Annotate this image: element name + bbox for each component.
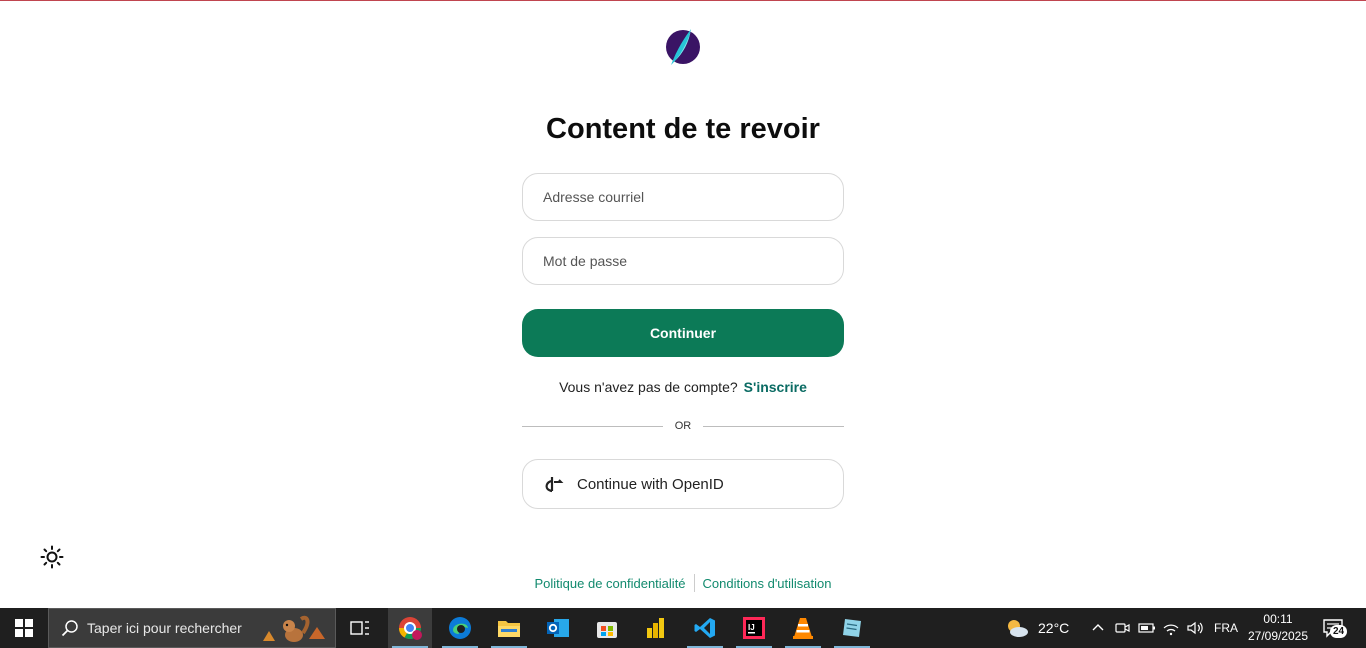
- windows-logo-icon: [15, 619, 33, 637]
- notification-count-badge: 24: [1330, 625, 1348, 638]
- password-field[interactable]: [523, 238, 843, 284]
- battery-icon[interactable]: [1138, 620, 1156, 636]
- meet-now-icon[interactable]: [1114, 620, 1130, 636]
- search-icon: [61, 620, 78, 637]
- taskbar-power-bi[interactable]: [634, 608, 678, 648]
- taskbar-intellij[interactable]: IJ: [732, 608, 776, 648]
- chevron-up-icon[interactable]: [1090, 620, 1106, 636]
- search-placeholder: Taper ici pour rechercher: [87, 620, 242, 636]
- page-title: Content de te revoir: [546, 113, 820, 145]
- task-view-icon: [350, 621, 369, 635]
- notification-center-button[interactable]: 24: [1322, 608, 1348, 648]
- vscode-icon: [694, 618, 715, 638]
- signup-link[interactable]: S'inscrire: [744, 379, 807, 395]
- system-tray: FRA: [1090, 608, 1238, 648]
- privacy-policy-link[interactable]: Politique de confidentialité: [534, 576, 685, 591]
- partly-cloudy-icon: [1008, 620, 1028, 637]
- email-field-wrapper: [522, 173, 844, 221]
- task-view-button[interactable]: [338, 608, 382, 648]
- clock-date: 27/09/2025: [1247, 629, 1309, 643]
- or-divider: OR: [522, 419, 844, 435]
- taskbar-vlc[interactable]: [781, 608, 825, 648]
- openid-icon: [545, 477, 564, 493]
- chrome-icon: [399, 617, 422, 640]
- openid-button[interactable]: Continue with OpenID: [522, 459, 844, 509]
- clock-time: 00:11: [1263, 612, 1293, 626]
- no-account-text: Vous n'avez pas de compte?: [559, 379, 738, 395]
- volume-icon[interactable]: [1186, 620, 1204, 636]
- divider-line-right: [703, 426, 844, 427]
- taskbar-outlook[interactable]: [536, 608, 580, 648]
- weather-widget[interactable]: 22°C: [1004, 608, 1069, 648]
- email-field[interactable]: [523, 174, 843, 220]
- start-button[interactable]: [0, 608, 48, 648]
- taskbar-notepad[interactable]: [830, 608, 874, 648]
- power-bi-icon: [647, 618, 664, 638]
- edge-icon: [449, 617, 471, 639]
- continue-button[interactable]: Continuer: [522, 309, 844, 357]
- store-icon: [597, 622, 617, 638]
- taskbar-edge[interactable]: [438, 608, 482, 648]
- login-page: Content de te revoir Continuer Vous n'av…: [0, 1, 1366, 608]
- notepad-icon: [843, 619, 861, 637]
- taskbar-vscode[interactable]: [683, 608, 727, 648]
- app-logo-icon: [666, 29, 700, 65]
- terms-of-use-link[interactable]: Conditions d'utilisation: [703, 576, 832, 591]
- svg-text:IJ: IJ: [748, 623, 755, 632]
- wifi-icon[interactable]: [1162, 620, 1180, 636]
- signup-prompt: Vous n'avez pas de compte? S'inscrire: [0, 379, 1366, 395]
- folder-icon: [498, 621, 520, 637]
- taskbar-microsoft-store[interactable]: [585, 608, 629, 648]
- taskbar-chrome[interactable]: [388, 608, 432, 648]
- outlook-icon: [547, 619, 569, 637]
- windows-taskbar: Taper ici pour rechercher IJ 22°C FRA 00…: [0, 608, 1366, 648]
- password-field-wrapper: [522, 237, 844, 285]
- sun-icon[interactable]: [40, 545, 64, 569]
- language-indicator[interactable]: FRA: [1214, 621, 1238, 635]
- vlc-icon: [793, 618, 813, 639]
- taskbar-clock[interactable]: 00:11 27/09/2025: [1242, 611, 1314, 645]
- taskbar-search-box[interactable]: Taper ici pour rechercher: [48, 608, 336, 648]
- taskbar-file-explorer[interactable]: [487, 608, 531, 648]
- openid-label: Continue with OpenID: [577, 475, 724, 493]
- footer-separator: [693, 574, 695, 592]
- footer-links: Politique de confidentialité Conditions …: [0, 574, 1366, 592]
- weather-temperature: 22°C: [1038, 620, 1070, 636]
- intellij-icon: IJ: [743, 617, 765, 639]
- chipmunk-autumn-icon: [263, 615, 325, 642]
